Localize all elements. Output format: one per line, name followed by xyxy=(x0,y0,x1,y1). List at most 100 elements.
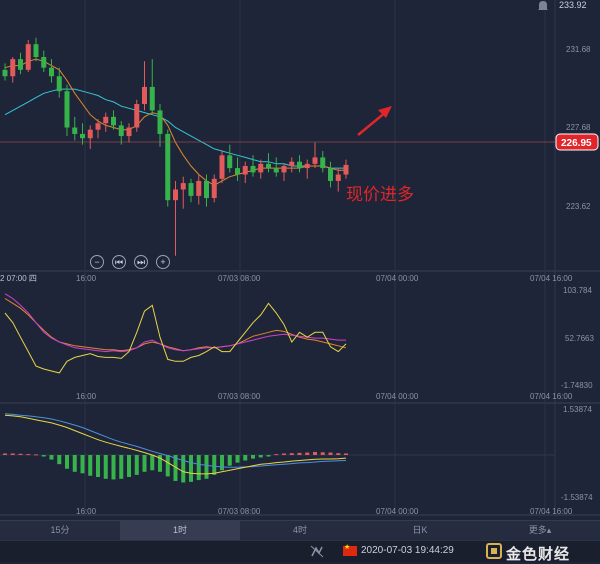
candle-body xyxy=(25,44,31,70)
macd-bar xyxy=(41,455,46,457)
macd-bar xyxy=(34,454,38,456)
macd-bar xyxy=(313,451,317,455)
macd-bar xyxy=(127,455,131,477)
candle-body xyxy=(87,129,93,139)
price-tick: 223.62 xyxy=(566,202,591,211)
price-tick: 227.68 xyxy=(566,123,591,132)
zoom-out-button[interactable]: − xyxy=(90,255,104,269)
ind1-axis-top: 103.784 xyxy=(563,286,592,295)
candle-body xyxy=(242,165,248,175)
time-label: 07/03 08:00 xyxy=(218,507,261,516)
macd-bar xyxy=(266,455,271,457)
macd-bar xyxy=(305,452,310,455)
candle-body xyxy=(335,174,341,181)
candle-body xyxy=(49,67,54,77)
macd-bar xyxy=(258,455,263,458)
macd-bar xyxy=(297,452,302,455)
ind2-axis-top: 1.53874 xyxy=(563,405,592,414)
macd-bar xyxy=(274,454,279,456)
logo-icon xyxy=(486,543,502,559)
macd-bar xyxy=(10,453,15,455)
macd-bar xyxy=(18,453,23,455)
macd-bar xyxy=(328,452,333,455)
tab-4hour[interactable]: 4时 xyxy=(240,521,360,540)
zoom-in-button[interactable]: + xyxy=(156,255,170,269)
macd-bar xyxy=(134,455,139,475)
candle-body xyxy=(64,91,70,128)
macd-bar xyxy=(181,455,186,483)
candle-body xyxy=(266,163,271,169)
macd-bar xyxy=(26,454,31,456)
macd-bar xyxy=(49,455,54,460)
tab-daily[interactable]: 日K xyxy=(360,521,480,540)
ind2-axis-bottom: -1.53874 xyxy=(561,493,593,502)
candle-body xyxy=(80,133,85,139)
macd-bar xyxy=(65,455,69,469)
macd-bar xyxy=(251,455,255,459)
tab-more[interactable]: 更多▴ xyxy=(480,521,600,540)
candle-body xyxy=(188,183,194,196)
candle-body xyxy=(33,44,39,58)
timeframe-tabbar: 15分 1时 4时 日K 更多▴ xyxy=(0,520,600,540)
macd-bar xyxy=(189,455,193,482)
candle-body xyxy=(18,59,23,70)
candle-body xyxy=(343,164,349,175)
candle-body xyxy=(134,104,140,128)
candle-body xyxy=(157,110,163,134)
candle-body xyxy=(111,116,116,126)
candle-body xyxy=(297,161,302,169)
candle-body xyxy=(173,189,178,201)
candle-body xyxy=(165,133,171,201)
current-price-tag-value: 226.95 xyxy=(561,138,592,149)
status-bar: 2020-07-03 19:44:29 金色财经 xyxy=(0,540,600,563)
macd-bar xyxy=(80,455,85,474)
candle-body xyxy=(196,180,202,196)
candle-body xyxy=(312,157,318,164)
macd-bar xyxy=(282,453,286,455)
macd-bar xyxy=(96,455,100,477)
candle-body xyxy=(289,161,295,166)
candle-body xyxy=(149,86,155,111)
status-timestamp: 2020-07-03 19:44:29 xyxy=(361,545,454,556)
candle-body xyxy=(304,163,310,169)
macd-bar xyxy=(165,455,170,477)
annotation-text: 现价进多 xyxy=(346,185,414,204)
tab-15min[interactable]: 15分 xyxy=(0,521,120,540)
macd-bar xyxy=(103,455,108,479)
time-label: 16:00 xyxy=(76,274,97,283)
candle-body xyxy=(56,76,62,92)
candle-body xyxy=(328,168,333,181)
candle-body xyxy=(235,168,240,175)
macd-bar xyxy=(336,453,341,455)
macd-bar xyxy=(220,455,224,471)
candle-body xyxy=(281,165,287,173)
time-label: 16:00 xyxy=(76,507,97,516)
tab-1hour[interactable]: 1时 xyxy=(120,521,240,540)
candle-body xyxy=(258,163,264,173)
candle-body xyxy=(320,157,326,169)
scroll-end-button[interactable]: ⏭ xyxy=(134,255,148,269)
candle-body xyxy=(2,69,8,77)
chart-canvas[interactable]: 233.92 231.68 227.68 223.62 226.95 现价进多 … xyxy=(0,0,600,561)
candle-body xyxy=(118,125,124,137)
time-label: 07/04 16:00 xyxy=(530,507,573,516)
macd-bar xyxy=(72,455,77,472)
time-label: 07/04 16:00 xyxy=(530,392,573,401)
macd-bar xyxy=(88,455,93,476)
candle-body xyxy=(72,127,78,134)
macd-bar xyxy=(57,455,62,465)
time-label: 07/03 08:00 xyxy=(218,274,261,283)
time-label: 07/04 00:00 xyxy=(376,274,419,283)
network-icon[interactable] xyxy=(310,545,324,558)
china-flag-icon xyxy=(343,543,357,556)
macd-bar xyxy=(204,455,209,479)
scroll-start-button[interactable]: ⏮ xyxy=(112,255,126,269)
price-axis-top: 233.92 xyxy=(559,0,587,10)
candle-body xyxy=(273,168,279,173)
macd-bar xyxy=(111,455,116,480)
candle-body xyxy=(219,155,225,179)
time-label: 07/04 16:00 xyxy=(530,274,573,283)
time-label: 07/04 00:00 xyxy=(376,507,419,516)
candle-body xyxy=(126,127,132,137)
candle-body xyxy=(180,183,186,190)
